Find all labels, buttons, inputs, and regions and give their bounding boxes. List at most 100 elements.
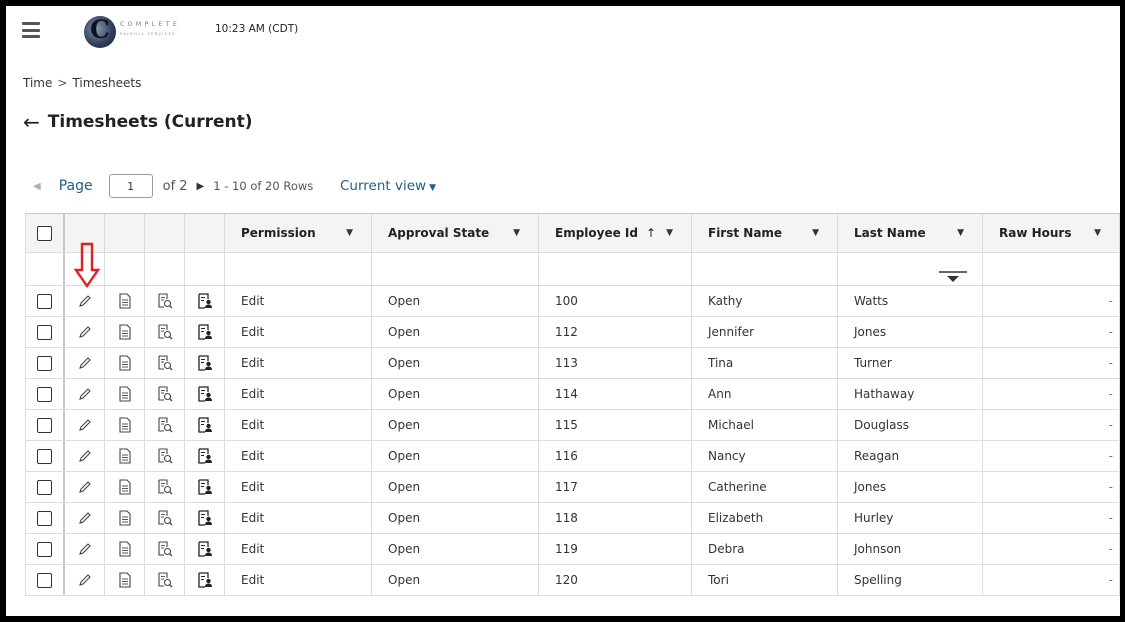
- search-document-icon[interactable]: [157, 572, 173, 588]
- row-checkbox[interactable]: [37, 386, 52, 402]
- row-action-cell[interactable]: [145, 348, 185, 378]
- search-document-icon[interactable]: [157, 417, 173, 433]
- column-header-permission[interactable]: Permission ▼: [225, 214, 372, 252]
- row-select-cell[interactable]: [25, 503, 65, 533]
- row-action-cell[interactable]: [145, 317, 185, 347]
- employee-document-icon[interactable]: [197, 541, 213, 557]
- row-action-cell[interactable]: [145, 503, 185, 533]
- row-select-cell[interactable]: [25, 565, 65, 595]
- pencil-icon[interactable]: [77, 293, 93, 309]
- row-action-cell[interactable]: [185, 317, 225, 347]
- row-select-cell[interactable]: [25, 379, 65, 409]
- sort-ascending-icon[interactable]: ↑: [646, 226, 656, 240]
- row-select-cell[interactable]: [25, 534, 65, 564]
- row-action-cell[interactable]: [65, 441, 105, 471]
- pencil-icon[interactable]: [77, 386, 93, 402]
- employee-document-icon[interactable]: [197, 448, 213, 464]
- column-header-employee-id[interactable]: Employee Id ↑ ▼: [539, 214, 692, 252]
- row-select-cell[interactable]: [25, 472, 65, 502]
- search-document-icon[interactable]: [157, 355, 173, 371]
- breadcrumb-time[interactable]: Time: [23, 76, 52, 90]
- row-checkbox[interactable]: [37, 324, 52, 340]
- column-menu-icon[interactable]: ▼: [346, 228, 353, 238]
- document-icon[interactable]: [118, 572, 132, 588]
- pencil-icon[interactable]: [77, 541, 93, 557]
- row-action-cell[interactable]: [185, 410, 225, 440]
- document-icon[interactable]: [118, 355, 132, 371]
- select-all-checkbox[interactable]: [37, 225, 52, 241]
- employee-document-icon[interactable]: [197, 355, 213, 371]
- pencil-icon[interactable]: [77, 572, 93, 588]
- search-document-icon[interactable]: [157, 386, 173, 402]
- column-header-approval-state[interactable]: Approval State ▼: [372, 214, 539, 252]
- row-action-cell[interactable]: [105, 472, 145, 502]
- employee-document-icon[interactable]: [197, 324, 213, 340]
- row-action-cell[interactable]: [105, 286, 145, 316]
- row-checkbox[interactable]: [37, 541, 52, 557]
- row-checkbox[interactable]: [37, 355, 52, 371]
- row-action-cell[interactable]: [105, 565, 145, 595]
- current-view-dropdown[interactable]: Current view ▼: [340, 178, 436, 194]
- row-select-cell[interactable]: [25, 317, 65, 347]
- row-action-cell[interactable]: [145, 410, 185, 440]
- row-action-cell[interactable]: [185, 472, 225, 502]
- row-action-cell[interactable]: [185, 348, 225, 378]
- document-icon[interactable]: [118, 541, 132, 557]
- column-menu-icon[interactable]: ▼: [812, 228, 819, 238]
- row-action-cell[interactable]: [105, 534, 145, 564]
- search-document-icon[interactable]: [157, 324, 173, 340]
- row-action-cell[interactable]: [65, 565, 105, 595]
- row-action-cell[interactable]: [185, 503, 225, 533]
- pencil-icon[interactable]: [77, 479, 93, 495]
- column-menu-icon[interactable]: ▼: [513, 228, 520, 238]
- row-checkbox[interactable]: [37, 417, 52, 433]
- employee-document-icon[interactable]: [197, 417, 213, 433]
- pencil-icon[interactable]: [77, 448, 93, 464]
- row-action-cell[interactable]: [145, 379, 185, 409]
- pencil-icon[interactable]: [77, 355, 93, 371]
- pencil-icon[interactable]: [77, 417, 93, 433]
- column-menu-icon[interactable]: ▼: [666, 228, 673, 238]
- breadcrumb-timesheets[interactable]: Timesheets: [72, 76, 141, 90]
- column-menu-icon[interactable]: ▼: [957, 228, 964, 238]
- row-action-cell[interactable]: [145, 286, 185, 316]
- employee-document-icon[interactable]: [197, 479, 213, 495]
- employee-document-icon[interactable]: [197, 510, 213, 526]
- employee-document-icon[interactable]: [197, 386, 213, 402]
- filter-icon[interactable]: [938, 270, 968, 284]
- employee-document-icon[interactable]: [197, 572, 213, 588]
- row-checkbox[interactable]: [37, 293, 52, 309]
- hamburger-menu-icon[interactable]: [22, 22, 40, 38]
- back-arrow-icon[interactable]: ←: [23, 112, 40, 132]
- row-action-cell[interactable]: [105, 379, 145, 409]
- row-action-cell[interactable]: [65, 286, 105, 316]
- row-checkbox[interactable]: [37, 448, 52, 464]
- row-action-cell[interactable]: [105, 441, 145, 471]
- row-action-cell[interactable]: [185, 286, 225, 316]
- document-icon[interactable]: [118, 417, 132, 433]
- row-action-cell[interactable]: [185, 565, 225, 595]
- company-logo[interactable]: C COMPLETE PAYROLL SERVICES: [84, 15, 204, 48]
- row-action-cell[interactable]: [145, 472, 185, 502]
- row-action-cell[interactable]: [65, 317, 105, 347]
- row-action-cell[interactable]: [145, 441, 185, 471]
- document-icon[interactable]: [118, 324, 132, 340]
- row-checkbox[interactable]: [37, 510, 52, 526]
- search-document-icon[interactable]: [157, 293, 173, 309]
- row-action-cell[interactable]: [105, 503, 145, 533]
- row-action-cell[interactable]: [65, 348, 105, 378]
- row-action-cell[interactable]: [105, 317, 145, 347]
- document-icon[interactable]: [118, 293, 132, 309]
- row-select-cell[interactable]: [25, 348, 65, 378]
- column-header-raw-hours[interactable]: Raw Hours ▼: [983, 214, 1120, 252]
- row-action-cell[interactable]: [185, 379, 225, 409]
- page-number-input[interactable]: [108, 174, 153, 198]
- search-document-icon[interactable]: [157, 510, 173, 526]
- document-icon[interactable]: [118, 448, 132, 464]
- row-action-cell[interactable]: [145, 534, 185, 564]
- row-action-cell[interactable]: [65, 410, 105, 440]
- pencil-icon[interactable]: [77, 324, 93, 340]
- row-checkbox[interactable]: [37, 572, 52, 588]
- column-header-last-name[interactable]: Last Name ▼: [838, 214, 983, 252]
- row-select-cell[interactable]: [25, 410, 65, 440]
